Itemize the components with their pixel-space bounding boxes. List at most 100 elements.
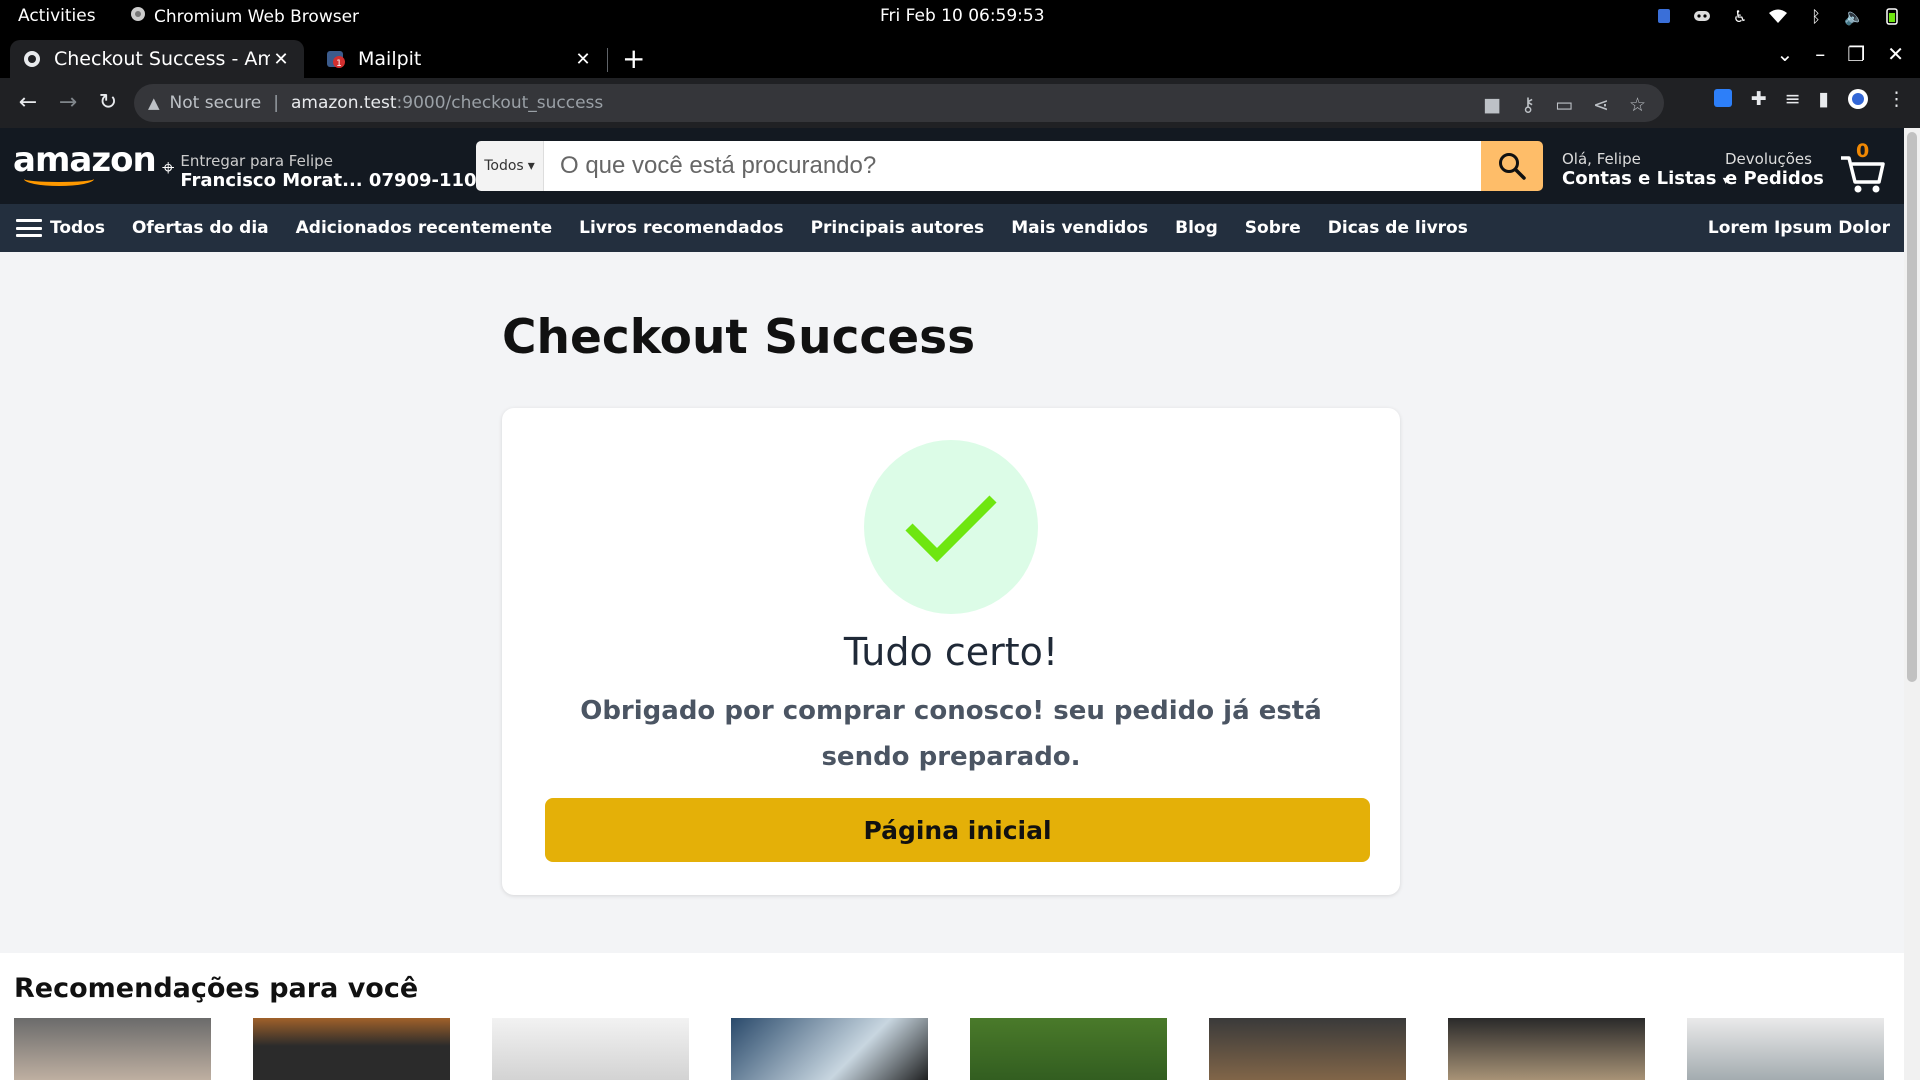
search-category-select[interactable]: Todos ▾: [476, 141, 544, 191]
account-lists[interactable]: Olá, Felipe Contas e Listas ▾: [1562, 150, 1729, 189]
url-path: :9000/checkout_success: [396, 93, 604, 113]
nav-item-label: Todos: [50, 218, 105, 238]
success-heading: Tudo certo!: [843, 630, 1059, 674]
category-value: Todos: [484, 158, 524, 174]
wifi-icon[interactable]: [1768, 6, 1788, 26]
deliver-label: Entregar para Felipe: [180, 152, 333, 170]
returns-orders[interactable]: Devoluções e Pedidos: [1725, 150, 1824, 189]
page-scrollbar[interactable]: [1904, 128, 1920, 1080]
success-card: Tudo certo! Obrigado por comprar conosco…: [502, 408, 1400, 895]
warning-icon[interactable]: ▲: [148, 94, 160, 112]
profile-avatar-icon[interactable]: [1847, 88, 1869, 115]
nav-item-best-sellers[interactable]: Mais vendidos: [1011, 218, 1148, 238]
site-header: amazon ⌖ Entregar para Felipe Francisco …: [0, 128, 1904, 204]
reload-icon[interactable]: ↻: [94, 90, 122, 115]
deliver-address: Francisco Morat... 07909-110...: [180, 170, 498, 191]
svg-text:1: 1: [336, 59, 342, 69]
product-image[interactable]: [1209, 1018, 1406, 1080]
cart-button[interactable]: 0: [1838, 140, 1890, 193]
security-label[interactable]: Not secure: [170, 93, 262, 113]
nav-item-deals[interactable]: Ofertas do dia: [132, 218, 269, 238]
location-pin-icon: ⌖: [162, 156, 175, 181]
recommendations-section: Recomendações para você: [0, 953, 1904, 1080]
extensions-area: ✚ ≡ ▮ ⋮: [1713, 88, 1920, 115]
search-button[interactable]: [1481, 141, 1543, 191]
home-page-button[interactable]: Página inicial: [545, 798, 1370, 862]
restore-icon[interactable]: ❐: [1847, 42, 1865, 66]
clock[interactable]: Fri Feb 10 06:59:53: [880, 6, 1045, 26]
hamburger-icon: [16, 219, 42, 237]
omnibox-actions: ■ ⚷ ▭ ⋖ ☆: [1483, 94, 1646, 116]
extension-fi-icon[interactable]: [1713, 88, 1733, 115]
close-tab-icon[interactable]: ✕: [270, 49, 292, 70]
bluetooth-icon[interactable]: ᛒ: [1806, 6, 1826, 26]
battery-icon[interactable]: [1882, 6, 1902, 26]
nav-item-blog[interactable]: Blog: [1175, 218, 1218, 238]
globe-icon: [22, 49, 42, 69]
product-image[interactable]: [14, 1018, 211, 1080]
system-tray[interactable]: ♿ ᛒ 🔈: [1654, 6, 1902, 26]
close-tab-icon[interactable]: ✕: [572, 49, 594, 70]
scrollbar-thumb[interactable]: [1907, 132, 1917, 682]
returns-label: Devoluções: [1725, 150, 1812, 168]
product-image[interactable]: [731, 1018, 928, 1080]
system-top-bar: Activities Chromium Web Browser Fri Feb …: [0, 0, 1920, 34]
nav-item-all[interactable]: Todos: [16, 218, 105, 238]
puzzle-icon[interactable]: ✚: [1751, 88, 1767, 115]
close-window-icon[interactable]: ✕: [1887, 42, 1904, 66]
tab-title: Checkout Success - Ama: [54, 48, 270, 70]
forward-icon[interactable]: →: [54, 90, 82, 115]
url-host: amazon.test: [290, 93, 397, 113]
volume-icon[interactable]: 🔈: [1844, 6, 1864, 26]
bookmark-star-icon[interactable]: ☆: [1629, 94, 1646, 116]
page-title: Checkout Success: [502, 310, 976, 365]
delivery-location[interactable]: ⌖ Entregar para Felipe Francisco Morat..…: [162, 152, 497, 191]
search-bar: Todos ▾: [476, 141, 1543, 191]
tab-checkout-success[interactable]: Checkout Success - Ama ✕: [10, 40, 304, 78]
activities-button[interactable]: Activities: [18, 6, 96, 26]
web-page: amazon ⌖ Entregar para Felipe Francisco …: [0, 128, 1904, 1080]
tab-separator: [607, 48, 608, 72]
nav-item-top-authors[interactable]: Principais autores: [811, 218, 985, 238]
minimize-icon[interactable]: –: [1815, 42, 1825, 66]
logo-smile: [24, 172, 94, 186]
nav-item-recommended-books[interactable]: Livros recomendados: [579, 218, 783, 238]
mailpit-icon: 1: [326, 49, 346, 69]
address-bar[interactable]: ▲ Not secure | amazon.test :9000/checkou…: [134, 84, 1664, 122]
account-greeting: Olá, Felipe: [1562, 150, 1641, 168]
product-image[interactable]: [970, 1018, 1167, 1080]
search-input[interactable]: [544, 141, 1481, 191]
nav-item-right[interactable]: Lorem Ipsum Dolor: [1708, 218, 1890, 238]
tab-mailpit[interactable]: 1 Mailpit ✕: [314, 40, 606, 78]
nav-item-about[interactable]: Sobre: [1245, 218, 1301, 238]
accessibility-icon[interactable]: ♿: [1730, 6, 1750, 26]
success-message: Obrigado por comprar conosco! seu pedido…: [580, 696, 1322, 772]
recommendations-title: Recomendações para você: [14, 973, 419, 1004]
product-image[interactable]: [253, 1018, 450, 1080]
app-menu[interactable]: Chromium Web Browser: [130, 6, 359, 27]
new-tab-button[interactable]: +: [622, 42, 645, 75]
account-label: Contas e Listas: [1562, 168, 1717, 189]
tab-search-icon[interactable]: ⌄: [1777, 42, 1794, 66]
orders-label: e Pedidos: [1725, 168, 1824, 189]
success-badge: [864, 440, 1038, 614]
side-panel-icon[interactable]: ▮: [1819, 88, 1829, 115]
nav-item-book-tips[interactable]: Dicas de livros: [1328, 218, 1468, 238]
camera-icon[interactable]: ■: [1483, 94, 1501, 116]
card-icon[interactable]: ▭: [1555, 94, 1573, 116]
media-icon[interactable]: ≡: [1785, 88, 1801, 115]
browser-toolbar: ← → ↻ ▲ Not secure | amazon.test :9000/c…: [0, 78, 1920, 128]
cart-icon: [1841, 156, 1885, 193]
discord-icon[interactable]: [1692, 6, 1712, 26]
category-nav: Todos Ofertas do dia Adicionados recente…: [0, 204, 1904, 252]
back-icon[interactable]: ←: [14, 90, 42, 115]
product-image[interactable]: [1448, 1018, 1645, 1080]
nav-item-recent[interactable]: Adicionados recentemente: [296, 218, 552, 238]
app-indicator-icon[interactable]: [1654, 6, 1674, 26]
product-image[interactable]: [1687, 1018, 1884, 1080]
search-icon: [1499, 153, 1526, 180]
key-icon[interactable]: ⚷: [1521, 94, 1535, 116]
product-image[interactable]: [492, 1018, 689, 1080]
menu-kebab-icon[interactable]: ⋮: [1887, 88, 1906, 115]
share-icon[interactable]: ⋖: [1593, 94, 1609, 116]
